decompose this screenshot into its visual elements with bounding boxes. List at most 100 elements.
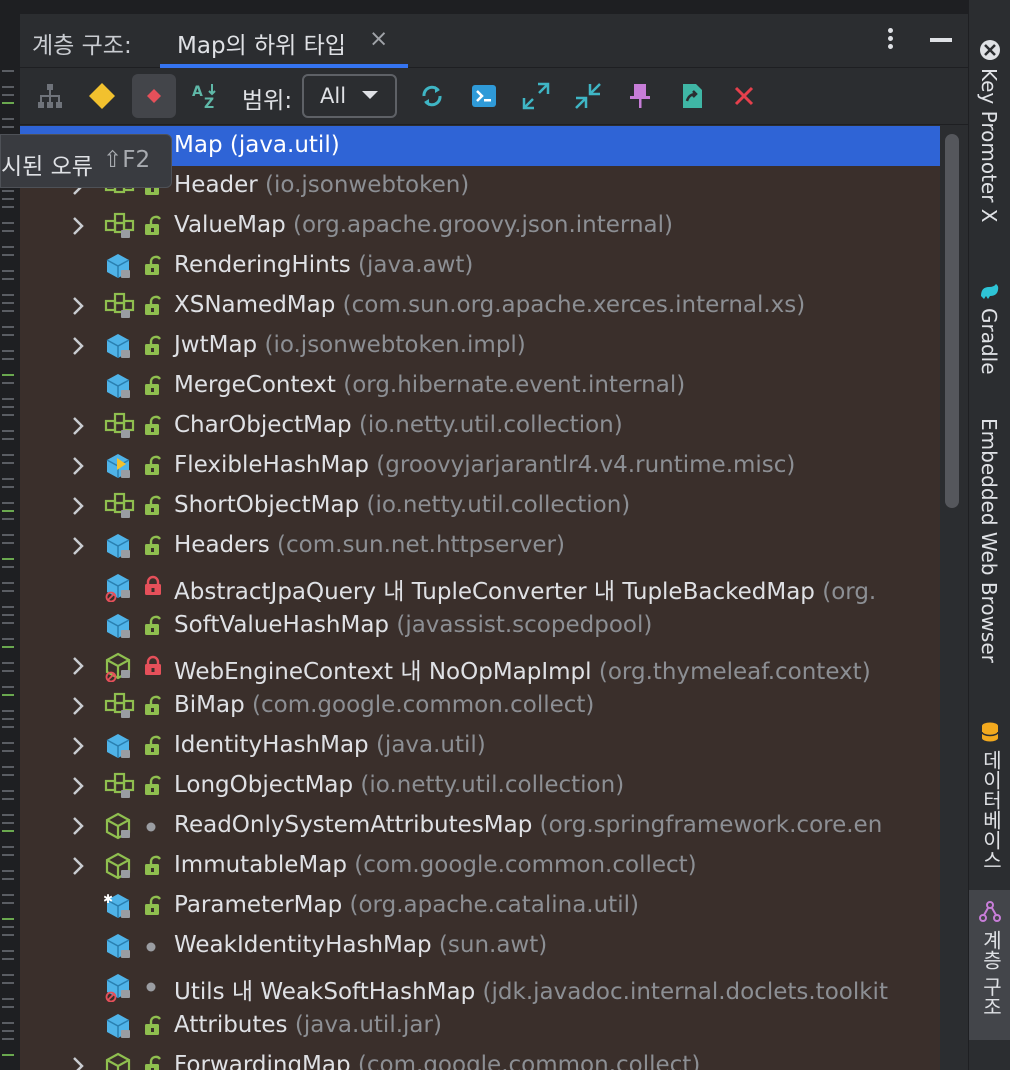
hierarchy-icon[interactable] [28, 74, 72, 118]
export-icon[interactable] [670, 74, 714, 118]
tree-row[interactable]: MergeContext (org.hibernate.event.intern… [20, 366, 940, 406]
class-icon [104, 732, 136, 762]
package-name: (sun.awt) [431, 932, 548, 958]
tree-row[interactable]: ImmutableMap (com.google.common.collect) [20, 846, 940, 886]
tree-row[interactable]: ShortObjectMap (io.netty.util.collection… [20, 486, 940, 526]
tree-row-label: ReadOnlySystemAttributesMap (org.springf… [174, 812, 882, 838]
supertypes-icon[interactable] [80, 74, 124, 118]
package-name: (org.springframework.core.en [532, 812, 883, 838]
code-line-marker [2, 542, 14, 544]
code-line-marker [2, 518, 14, 520]
lock-open-icon [142, 734, 164, 758]
chevron-right-icon[interactable] [68, 735, 88, 757]
close-icon[interactable] [722, 74, 766, 118]
package-name: (io.netty.util.collection) [353, 772, 625, 798]
tree-row[interactable]: XSNamedMap (com.sun.org.apache.xerces.in… [20, 286, 940, 326]
terminal-icon[interactable] [462, 74, 506, 118]
lock-open-icon [142, 454, 164, 478]
class-name: SoftValueHashMap [174, 612, 390, 638]
tab-subtypes[interactable]: Map의 하위 타입 × [160, 14, 408, 68]
collapse-all-icon[interactable] [566, 74, 610, 118]
chevron-right-icon[interactable] [68, 295, 88, 317]
hierarchy-tree[interactable]: Map (java.util) Header (io.jsonwebtoken) V… [20, 126, 940, 1070]
tree-row[interactable]: BiMap (com.google.common.collect) [20, 686, 940, 726]
code-line-marker [2, 1054, 14, 1056]
tree-row[interactable]: ValueMap (org.apache.groovy.json.interna… [20, 206, 940, 246]
code-line-marker [2, 870, 14, 872]
chevron-right-icon[interactable] [68, 655, 88, 677]
code-line-marker [2, 606, 14, 608]
lock-open-icon [142, 694, 164, 718]
tree-row[interactable]: JwtMap (io.jsonwebtoken.impl) [20, 326, 940, 366]
tree-row[interactable]: ✱ ParameterMap (org.apache.catalina.util) [20, 886, 940, 926]
package-name: (io.netty.util.collection) [351, 412, 623, 438]
tree-row[interactable]: Utils 내 WeakSoftHashMap (jdk.javadoc.int… [20, 966, 940, 1006]
tree-row-label: Header (io.jsonwebtoken) [174, 172, 469, 198]
tree-row-label: IdentityHashMap (java.util) [174, 732, 486, 758]
tree-row[interactable]: ReadOnlySystemAttributesMap (org.springf… [20, 806, 940, 846]
code-line-marker [2, 246, 14, 248]
chevron-right-icon[interactable] [68, 215, 88, 237]
scrollbar-thumb[interactable] [945, 134, 959, 508]
tree-row-label: CharObjectMap (io.netty.util.collection) [174, 412, 623, 438]
class-name: Attributes [174, 1012, 288, 1038]
stripe-button[interactable]: 계층 구조 [969, 890, 1010, 1040]
code-line-marker [2, 950, 14, 952]
database-icon [978, 720, 1002, 744]
stripe-button[interactable]: 데이터베이스 [969, 710, 1010, 880]
code-line-marker [2, 958, 14, 960]
package-name: (com.google.common.collect) [346, 852, 697, 878]
tree-row[interactable]: RenderingHints (java.awt) [20, 246, 940, 286]
chevron-right-icon[interactable] [68, 695, 88, 717]
refresh-icon[interactable] [410, 74, 454, 118]
pin-icon[interactable] [618, 74, 662, 118]
subtypes-icon[interactable] [132, 74, 176, 118]
code-line-marker [2, 326, 14, 328]
chevron-right-icon[interactable] [68, 455, 88, 477]
tree-row[interactable]: LongObjectMap (io.netty.util.collection) [20, 766, 940, 806]
chevron-right-icon[interactable] [68, 855, 88, 877]
expand-all-icon[interactable] [514, 74, 558, 118]
chevron-down-icon [362, 91, 378, 99]
package-name: (com.sun.net.httpserver) [269, 532, 565, 558]
code-line-marker [2, 1006, 14, 1008]
tree-row[interactable]: WebEngineContext 내 NoOpMapImpl (org.thym… [20, 646, 940, 686]
class-icon [104, 652, 136, 683]
stripe-button[interactable]: Embedded Web Browser [969, 410, 1010, 690]
scope-dropdown[interactable]: All [302, 74, 397, 118]
tree-row[interactable]: IdentityHashMap (java.util) [20, 726, 940, 766]
class-icon [104, 332, 136, 362]
package-name: (org.apache.groovy.json.internal) [285, 212, 673, 238]
chevron-right-icon[interactable] [68, 335, 88, 357]
chevron-right-icon[interactable] [68, 815, 88, 837]
hierarchy-toolbar: AZ 범위: All [20, 69, 968, 125]
stripe-button[interactable]: Key Promoter X [969, 28, 1010, 238]
chevron-right-icon[interactable] [68, 1055, 88, 1070]
tree-row[interactable]: WeakIdentityHashMap (sun.awt) [20, 926, 940, 966]
stripe-button[interactable]: Gradle [969, 268, 1010, 398]
lock-open-icon [142, 414, 164, 438]
chevron-right-icon[interactable] [68, 495, 88, 517]
tree-row[interactable]: AbstractJpaQuery 내 TupleConverter 내 Tupl… [20, 566, 940, 606]
tree-row[interactable]: FlexibleHashMap (groovyjarjarantlr4.v4.r… [20, 446, 940, 486]
sort-alpha-icon[interactable]: AZ [184, 74, 228, 118]
chevron-right-icon[interactable] [68, 535, 88, 557]
dot-icon [142, 934, 164, 958]
package-name: (org.apache.catalina.util) [342, 892, 639, 918]
more-options-icon[interactable] [880, 26, 900, 56]
chevron-right-icon[interactable] [68, 775, 88, 797]
chevron-right-icon[interactable] [68, 415, 88, 437]
class-name: Map [174, 132, 223, 158]
tree-row[interactable]: CharObjectMap (io.netty.util.collection) [20, 406, 940, 446]
tree-row[interactable]: Attributes (java.util.jar) [20, 1006, 940, 1046]
tree-row[interactable]: SoftValueHashMap (javassist.scopedpool) [20, 606, 940, 646]
tree-row[interactable]: Headers (com.sun.net.httpserver) [20, 526, 940, 566]
tree-row[interactable]: ForwardingMap (com.google.common.collect… [20, 1046, 940, 1070]
lock-open-icon [142, 534, 164, 558]
class-name: WebEngineContext 내 NoOpMapImpl [174, 659, 592, 685]
tree-row-label: BiMap (com.google.common.collect) [174, 692, 594, 718]
code-line-marker [2, 502, 14, 504]
class-name: ForwardingMap [174, 1052, 351, 1070]
tab-close-icon[interactable]: × [369, 26, 388, 52]
minimize-icon[interactable] [930, 38, 952, 42]
